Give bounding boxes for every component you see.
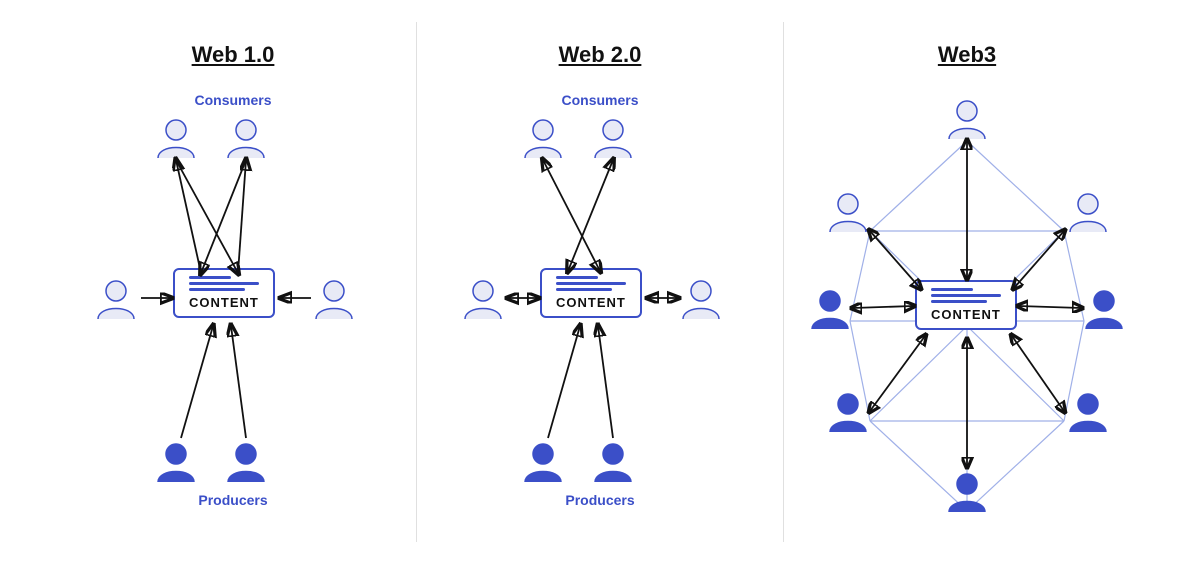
web1-producers-label: Producers xyxy=(198,492,267,508)
web2-line1 xyxy=(556,276,598,279)
web1-content-box: CONTENT xyxy=(173,268,275,318)
web1-consumer1 xyxy=(153,114,199,160)
web2-line3 xyxy=(556,288,612,291)
web3-line2 xyxy=(931,294,1001,297)
web1-line2 xyxy=(189,282,259,285)
web2-consumer2 xyxy=(590,114,636,160)
web3-midright-user xyxy=(1081,285,1127,331)
web3-top-user xyxy=(944,95,990,141)
web1-title: Web 1.0 xyxy=(192,42,275,68)
web3-content-label: CONTENT xyxy=(931,307,1001,322)
diagram-container: Web 1.0 Consumers CONTENT xyxy=(50,22,1150,542)
web2-content-lines xyxy=(556,276,626,291)
web1-content-label: CONTENT xyxy=(189,295,259,310)
web2-content-label: CONTENT xyxy=(556,295,626,310)
web1-line1 xyxy=(189,276,231,279)
web2-diagram: Consumers CONTENT xyxy=(450,88,750,518)
web2-content-box: CONTENT xyxy=(540,268,642,318)
web3-midleft-user xyxy=(807,285,853,331)
web3-content-box: CONTENT xyxy=(915,280,1017,330)
web2-consumer1 xyxy=(520,114,566,160)
web1-consumer2 xyxy=(223,114,269,160)
web3-bottomright-user xyxy=(1065,388,1111,434)
web3-line1 xyxy=(931,288,973,291)
web3-panel: Web3 xyxy=(784,22,1150,542)
web1-diagram: Consumers CONTENT xyxy=(83,88,383,518)
web1-producer1 xyxy=(153,438,199,484)
web3-bottomleft-user xyxy=(825,388,871,434)
web3-bottom-user xyxy=(944,468,990,514)
web2-title: Web 2.0 xyxy=(559,42,642,68)
web1-panel: Web 1.0 Consumers CONTENT xyxy=(50,22,417,542)
web2-producer1 xyxy=(520,438,566,484)
web1-left-user xyxy=(93,275,139,321)
web3-content-lines xyxy=(931,288,1001,303)
web2-producers-label: Producers xyxy=(565,492,634,508)
web3-topright-user xyxy=(1065,188,1111,234)
web1-consumers-label: Consumers xyxy=(194,92,271,108)
web3-diagram: CONTENT xyxy=(807,88,1127,518)
web1-right-user xyxy=(311,275,357,321)
web2-producer2 xyxy=(590,438,636,484)
web1-line3 xyxy=(189,288,245,291)
web2-consumers-label: Consumers xyxy=(561,92,638,108)
web3-topleft-user xyxy=(825,188,871,234)
web2-line2 xyxy=(556,282,626,285)
web3-title: Web3 xyxy=(938,42,996,68)
web2-left-user xyxy=(460,275,506,321)
web1-content-lines xyxy=(189,276,259,291)
web3-line3 xyxy=(931,300,987,303)
web2-right-user xyxy=(678,275,724,321)
web1-producer2 xyxy=(223,438,269,484)
web2-panel: Web 2.0 Consumers CONTENT xyxy=(417,22,784,542)
